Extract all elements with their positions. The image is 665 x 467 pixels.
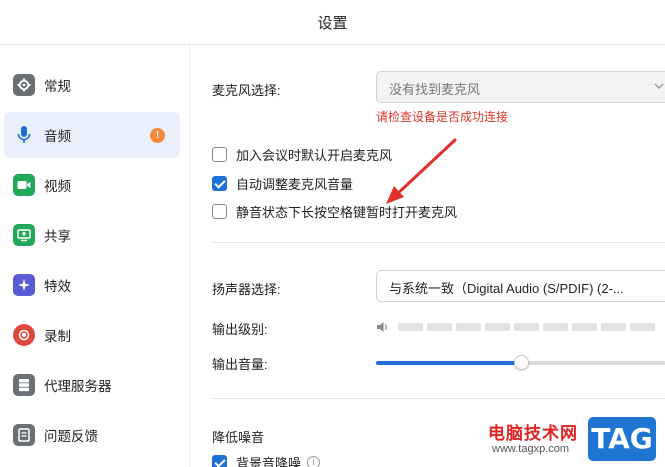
mic-select[interactable]: 没有找到麦克风 (376, 71, 665, 103)
sidebar-item-label: 视频 (44, 179, 71, 194)
sidebar-item-label: 常规 (44, 79, 71, 94)
record-icon (13, 324, 35, 346)
microphone-icon (13, 124, 35, 146)
section-divider (212, 398, 665, 399)
sidebar-item-audio[interactable]: 音频 ! (4, 112, 180, 158)
checkbox[interactable] (212, 204, 227, 219)
meter-segment (485, 323, 510, 331)
feedback-icon (13, 424, 35, 446)
mic-select-value: 没有找到麦克风 (389, 82, 481, 97)
section-divider (212, 242, 665, 243)
chevron-down-icon (653, 80, 665, 95)
output-volume-fill (376, 361, 521, 365)
sidebar-item-share[interactable]: 共享 (4, 212, 180, 258)
sidebar-item-label: 共享 (44, 229, 71, 244)
server-icon (13, 374, 35, 396)
mic-select-label: 麦克风选择: (212, 83, 281, 98)
option-label: 背景音降噪 (236, 456, 302, 467)
title-bar: 设置 (0, 0, 665, 45)
sidebar-item-general[interactable]: 常规 (4, 62, 180, 108)
checkbox[interactable] (212, 455, 227, 467)
option-label: 自动调整麦克风音量 (236, 177, 354, 192)
speaker-select[interactable]: 与系统一致（Digital Audio (S/PDIF) (2-... (376, 270, 665, 302)
checkbox[interactable] (212, 176, 227, 191)
sidebar-item-label: 代理服务器 (44, 379, 112, 394)
sidebar-item-label: 录制 (44, 329, 71, 344)
output-level-meter (398, 323, 655, 331)
option-auto-adjust-volume[interactable]: 自动调整麦克风音量 (212, 174, 353, 193)
meter-segment (630, 323, 655, 331)
sidebar-item-proxy[interactable]: 代理服务器 (4, 362, 180, 408)
speaker-select-label: 扬声器选择: (212, 282, 281, 297)
info-icon[interactable]: i (307, 456, 321, 467)
meter-segment (427, 323, 452, 331)
sidebar: 常规 音频 ! 视频 共享 特效 录制 代理服务器 问题反馈 (0, 45, 190, 467)
noise-section-title: 降低噪音 (212, 430, 265, 445)
sidebar-item-label: 问题反馈 (44, 429, 98, 444)
window-title: 设置 (317, 15, 348, 32)
meter-segment (543, 323, 568, 331)
warning-badge: ! (150, 127, 165, 143)
sidebar-item-effects[interactable]: 特效 (4, 262, 180, 308)
meter-segment (456, 323, 481, 331)
gear-icon (13, 74, 35, 96)
option-push-to-talk[interactable]: 静音状态下长按空格键暂时打开麦克风 (212, 202, 457, 221)
option-label: 静音状态下长按空格键暂时打开麦克风 (236, 205, 458, 220)
speaker-select-value: 与系统一致（Digital Audio (S/PDIF) (2-... (389, 281, 624, 296)
sidebar-item-feedback[interactable]: 问题反馈 (4, 412, 180, 458)
camera-icon (13, 174, 35, 196)
watermark-text: 电脑技术网 (488, 424, 578, 443)
share-screen-icon (13, 224, 35, 246)
audio-settings-panel: 麦克风选择: 没有找到麦克风 请检查设备是否成功连接 加入会议时默认开启麦克风 … (191, 45, 665, 467)
output-level-label: 输出级别: (212, 322, 268, 337)
sparkle-icon (13, 274, 35, 296)
sidebar-item-video[interactable]: 视频 (4, 162, 180, 208)
checkbox[interactable] (212, 147, 227, 162)
sidebar-item-recording[interactable]: 录制 (4, 312, 180, 358)
meter-segment (601, 323, 626, 331)
option-label: 加入会议时默认开启麦克风 (236, 148, 393, 163)
meter-segment (572, 323, 597, 331)
option-background-noise[interactable]: 背景音降噪 i (212, 453, 321, 467)
meter-segment (398, 323, 423, 331)
sidebar-item-label: 特效 (44, 279, 71, 294)
output-volume-thumb[interactable] (514, 355, 529, 370)
mic-error-text: 请检查设备是否成功连接 (376, 110, 509, 124)
meter-segment (514, 323, 539, 331)
output-volume-slider[interactable] (376, 355, 665, 370)
option-auto-mic-on[interactable]: 加入会议时默认开启麦克风 (212, 145, 392, 164)
sidebar-item-label: 音频 (44, 129, 71, 144)
watermark-url: www.tagxp.com (492, 443, 570, 455)
watermark-tag: TAG (588, 417, 656, 461)
speaker-icon (376, 320, 390, 338)
output-volume-label: 输出音量: (212, 357, 268, 372)
